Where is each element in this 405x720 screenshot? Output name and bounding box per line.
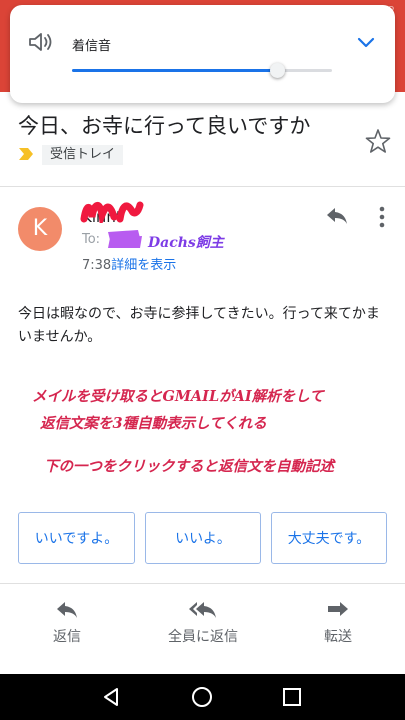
forward-label: 転送: [324, 629, 352, 645]
home-circle-icon[interactable]: [190, 685, 214, 709]
recipient-name-annotation: Dachs飼主: [148, 235, 224, 251]
volume-slider-fill: [72, 69, 278, 72]
recents-square-icon[interactable]: [280, 685, 304, 709]
speaker-icon[interactable]: [28, 31, 54, 53]
reply-button[interactable]: 返信: [17, 600, 117, 650]
annotation-line-3: 下の一つをクリックすると返信文を自動記述: [44, 458, 334, 475]
reply-label: 返信: [53, 629, 81, 645]
reply-icon[interactable]: [325, 206, 349, 226]
importance-marker-icon: [19, 148, 33, 160]
sender-avatar[interactable]: K: [18, 207, 62, 251]
reply-all-button[interactable]: 全員に返信: [153, 600, 253, 650]
smart-reply-3[interactable]: 大丈夫です。: [271, 512, 387, 564]
smart-reply-2[interactable]: いいよ。: [145, 512, 261, 564]
time-line: 7:38詳細を表示: [82, 254, 176, 273]
email-subject: 今日、お寺に行って良いですか: [18, 114, 311, 138]
reply-all-label: 全員に返信: [168, 629, 238, 645]
volume-stream-label: 着信音: [72, 39, 112, 54]
redaction-mark-purple: [108, 230, 142, 248]
forward-button[interactable]: 転送: [288, 600, 388, 650]
smart-reply-1[interactable]: いいですよ。: [18, 512, 135, 564]
system-navigation-bar: [0, 674, 405, 720]
back-triangle-icon[interactable]: [100, 685, 124, 709]
divider: [0, 583, 405, 584]
star-icon[interactable]: [365, 128, 391, 154]
reply-icon: [57, 602, 77, 618]
volume-slider[interactable]: [72, 63, 332, 78]
volume-panel: 着信音: [10, 5, 395, 103]
chevron-down-icon[interactable]: [357, 35, 375, 49]
email-time: 7:38: [82, 258, 112, 273]
inbox-label-chip[interactable]: 受信トレイ: [42, 145, 124, 165]
to-prefix: To:: [82, 232, 101, 247]
more-vert-icon[interactable]: [374, 206, 390, 228]
redaction-mark-red: [80, 201, 144, 223]
divider: [0, 186, 405, 187]
forward-icon: [328, 602, 348, 616]
annotation-line-2: 返信文案を3種自動表示してくれる: [40, 415, 267, 432]
email-body: 今日は暇なので、お寺に参拝してきたい。行って来てかまいませんか。: [18, 306, 380, 345]
volume-slider-thumb[interactable]: [270, 63, 286, 78]
annotation-line-1: メイルを受け取るとGMAILがAI解析をして: [32, 388, 324, 405]
show-details-link[interactable]: 詳細を表示: [111, 258, 176, 273]
reply-all-icon: [189, 602, 216, 618]
